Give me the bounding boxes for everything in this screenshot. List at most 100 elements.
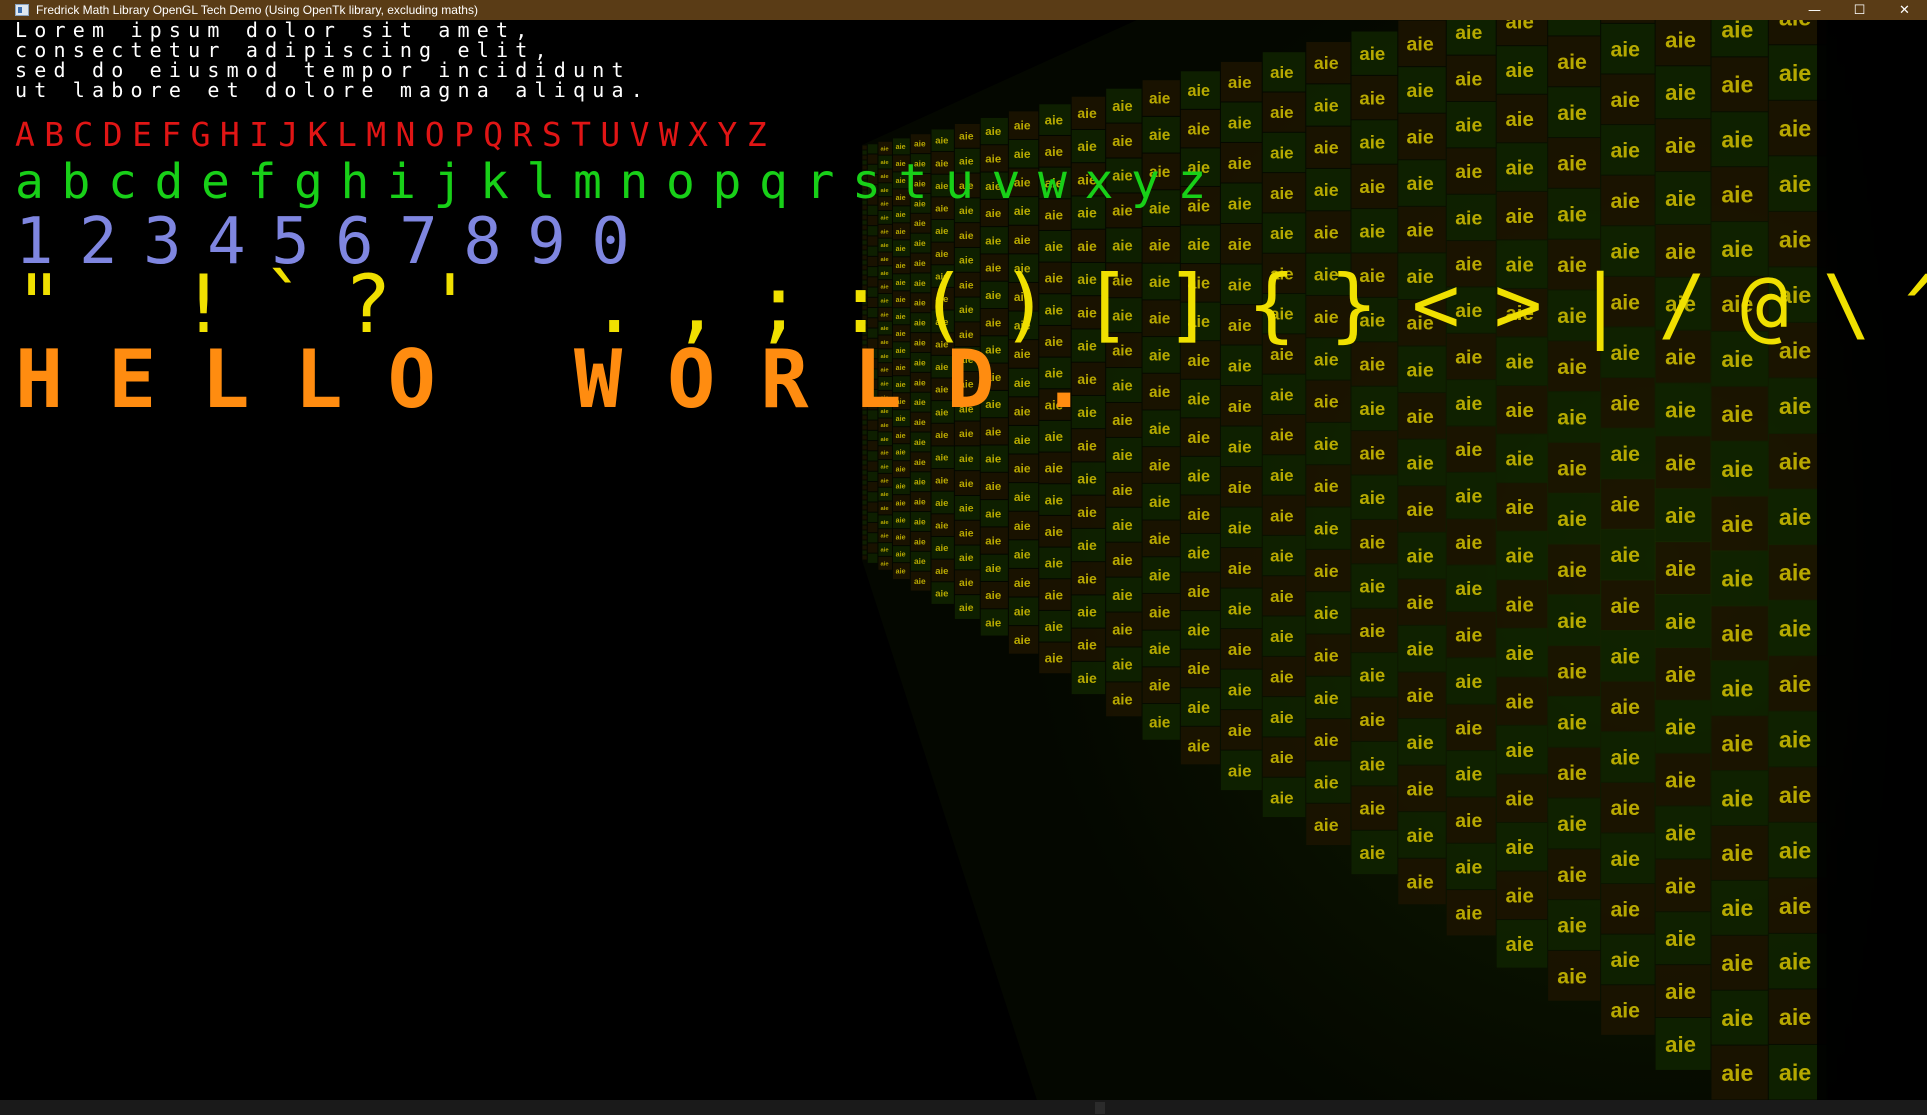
tile-logo-text: aie [1455, 161, 1482, 183]
tile-logo-text: aie [1359, 220, 1385, 241]
wall-tile [867, 533, 878, 543]
tile-logo-text: aie [881, 548, 890, 554]
wall-tile [862, 480, 867, 485]
window-controls: — ☐ ✕ [1792, 0, 1927, 20]
tile-logo-text: aie [1455, 903, 1482, 925]
tile-logo-text: aie [1455, 532, 1482, 554]
tile-logo-text: aie [959, 528, 974, 539]
wall-tile [867, 461, 878, 471]
wall-tile [862, 235, 867, 240]
tile-logo-text: aie [1149, 458, 1171, 475]
tile-logo-text: aie [881, 437, 890, 443]
tile-logo-text: aie [1270, 144, 1294, 163]
tile-logo-text: aie [985, 590, 1001, 602]
tile-logo-text: aie [881, 465, 890, 471]
wall-tile [862, 550, 867, 555]
tile-logo-text: aie [935, 475, 948, 486]
tile-logo-text: aie [1228, 356, 1252, 375]
tile-logo-text: aie [1359, 576, 1385, 597]
tile-logo-text: aie [1270, 748, 1294, 767]
tile-logo-text: aie [1014, 233, 1031, 247]
tile-logo-text: aie [1359, 753, 1385, 774]
tile-logo-text: aie [1359, 398, 1385, 419]
resize-grip[interactable] [1095, 1102, 1105, 1114]
tile-logo-text: aie [1270, 668, 1294, 687]
tile-logo-text: aie [1045, 619, 1063, 634]
tile-logo-text: aie [1077, 604, 1097, 620]
wall-tile [867, 246, 878, 256]
tile-logo-text: aie [1149, 641, 1171, 658]
tile-logo-text: aie [1045, 524, 1063, 539]
tile-logo-text: aie [1188, 699, 1211, 717]
wall-tile [862, 465, 867, 470]
tile-logo-text: aie [985, 508, 1001, 520]
tile-logo-text: aie [1455, 207, 1482, 229]
tile-logo-text: aie [935, 453, 948, 464]
tile-logo-text: aie [881, 492, 890, 498]
tile-logo-text: aie [914, 576, 926, 586]
tile-logo-text: aie [914, 556, 926, 566]
tile-logo-text: aie [985, 235, 1001, 247]
wall-tile [862, 425, 867, 430]
tile-logo-text: aie [1014, 118, 1031, 132]
wall-tile [862, 225, 867, 230]
tile-logo-text: aie [1014, 433, 1031, 447]
tile-logo-text: aie [1228, 154, 1252, 173]
tile-logo-text: aie [1314, 222, 1339, 242]
wall-tile [867, 482, 878, 492]
tile-logo-text: aie [1149, 384, 1171, 401]
maximize-button[interactable]: ☐ [1837, 0, 1882, 20]
tile-logo-text: aie [1407, 685, 1434, 707]
close-button[interactable]: ✕ [1882, 0, 1927, 20]
tile-logo-text: aie [914, 238, 926, 248]
tile-logo-text: aie [1314, 53, 1339, 73]
wall-tile [862, 470, 867, 475]
tile-logo-text: aie [1014, 462, 1031, 476]
wall-tile [862, 250, 867, 255]
tile-logo-text: aie [1045, 587, 1063, 602]
tile-logo-text: aie [1359, 798, 1385, 819]
tile-logo-text: aie [914, 536, 926, 546]
tile-logo-text: aie [1455, 856, 1482, 878]
opengl-viewport[interactable]: aie aie aie aie aie aie aie aie aie aie aie aie aie a… [7, 20, 1927, 1100]
tile-logo-text: aie [1077, 471, 1097, 487]
tile-logo-text: aie [1359, 531, 1385, 552]
tile-logo-text: aie [1014, 576, 1031, 590]
tile-logo-text: aie [1455, 625, 1482, 647]
tile-logo-text: aie [1149, 531, 1171, 548]
tile-logo-text: aie [1077, 105, 1097, 121]
tile-logo-text: aie [896, 143, 906, 151]
wall-tile [862, 435, 867, 440]
tile-logo-text: aie [914, 477, 926, 487]
minimize-button[interactable]: — [1792, 0, 1837, 20]
tile-logo-text: aie [935, 521, 948, 532]
tile-logo-text: aie [959, 504, 974, 515]
tile-logo-text: aie [935, 588, 948, 599]
tile-logo-text: aie [1407, 592, 1434, 614]
window-titlebar[interactable]: Fredrick Math Library OpenGL Tech Demo (… [0, 0, 1927, 20]
tile-logo-text: aie [1228, 437, 1252, 456]
tile-logo-text: aie [914, 516, 926, 526]
tile-logo-text: aie [1149, 678, 1171, 695]
wall-tile [862, 525, 867, 530]
tile-logo-text: aie [896, 228, 906, 236]
tile-logo-text: aie [1455, 68, 1482, 90]
tile-logo-text: aie [935, 136, 948, 147]
tile-logo-text: aie [1188, 236, 1211, 254]
tile-logo-text: aie [1045, 239, 1063, 254]
text-overlay: Lorem ipsum dolor sit amet, consectetur … [7, 20, 1927, 420]
tile-logo-text: aie [1149, 127, 1171, 144]
tile-logo-text: aie [881, 534, 890, 540]
tile-logo-text: aie [896, 517, 906, 525]
wall-tile [867, 543, 878, 553]
wall-tile [867, 144, 878, 154]
tile-logo-text: aie [985, 454, 1001, 466]
tile-logo-text: aie [1407, 406, 1434, 428]
tile-logo-text: aie [1188, 429, 1211, 447]
tile-logo-text: aie [1188, 467, 1211, 485]
tile-logo-text: aie [1270, 506, 1294, 525]
wall-tile [867, 236, 878, 246]
tile-logo-text: aie [1112, 693, 1132, 709]
tile-logo-text: aie [1188, 660, 1211, 678]
tile-logo-text: aie [914, 218, 926, 228]
